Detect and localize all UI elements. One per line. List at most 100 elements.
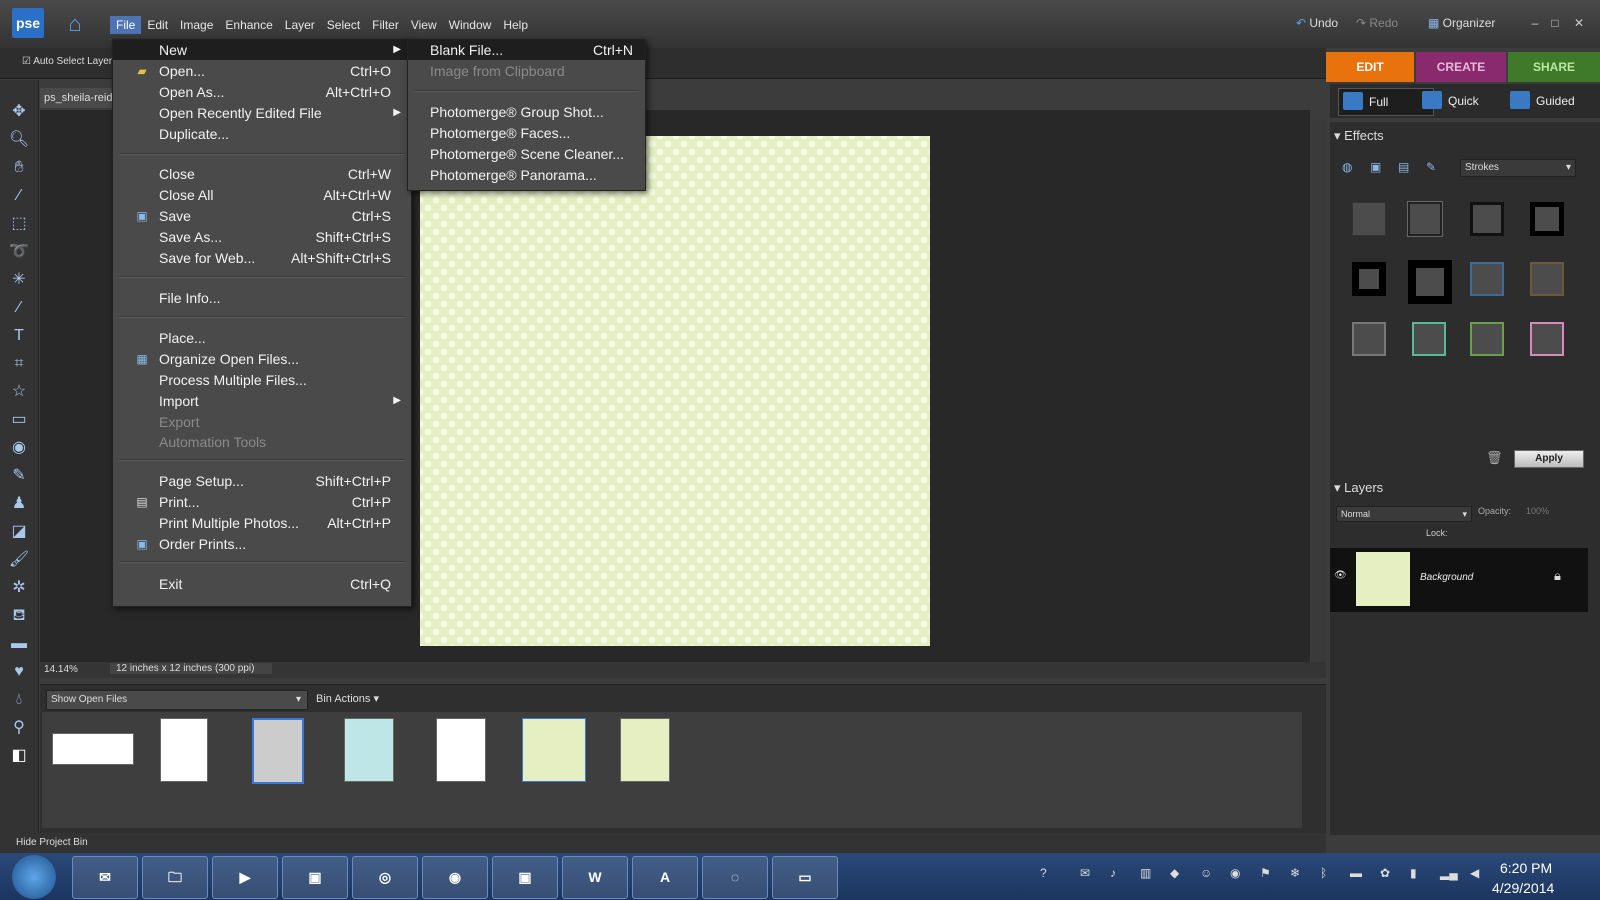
paint-bucket-tool-icon[interactable]: ⛾ <box>8 606 30 626</box>
menu-item-import[interactable]: Import ▶ <box>113 391 411 411</box>
taskbar-lightbulb-icon[interactable]: ◌ <box>702 856 768 899</box>
menu-item-blank-file[interactable]: Blank File... Ctrl+N <box>408 40 645 60</box>
taskbar-pse-icon[interactable]: ▣ <box>282 856 348 899</box>
trash-icon[interactable]: 🗑︎ <box>1486 450 1503 466</box>
show-open-files-select[interactable]: Show Open Files ▾ <box>46 690 308 710</box>
thumbnail-image[interactable] <box>522 718 586 782</box>
stroke-swatch[interactable] <box>1470 202 1504 236</box>
taskbar-hp-icon[interactable]: ◉ <box>422 856 488 899</box>
hand-tool-icon[interactable]: ✋︎ <box>8 158 30 178</box>
red-eye-tool-icon[interactable]: ◉ <box>8 438 30 458</box>
menu-layer[interactable]: Layer <box>279 16 321 34</box>
help-tray-icon[interactable]: ? <box>1040 866 1054 880</box>
guided-edit-button[interactable]: Guided <box>1506 88 1600 114</box>
snowflake-tray-icon[interactable]: ❄ <box>1290 866 1304 880</box>
dropbox-tray-icon[interactable]: ◆ <box>1170 866 1184 880</box>
menu-item-save-as[interactable]: Save As... Shift+Ctrl+S <box>113 227 411 247</box>
organizer-button[interactable]: ▦ Organizer <box>1428 16 1495 30</box>
stroke-swatch[interactable] <box>1470 262 1504 296</box>
menu-item-photomerge-panorama[interactable]: Photomerge® Panorama... <box>408 165 645 185</box>
brush-tool-icon[interactable]: 🖌︎ <box>8 550 30 570</box>
chart-tray-icon[interactable]: ▥ <box>1140 866 1154 880</box>
menu-item-organize-open-files[interactable]: ▦ Organize Open Files... <box>113 349 411 369</box>
menu-item-close-all[interactable]: Close All Alt+Ctrl+W <box>113 185 411 205</box>
effects-fx-icon[interactable]: ✎ <box>1426 160 1436 174</box>
thumbnail-image[interactable] <box>436 718 486 782</box>
menu-item-process-multiple-files[interactable]: Process Multiple Files... <box>113 370 411 390</box>
menu-item-open-as[interactable]: Open As... Alt+Ctrl+O <box>113 82 411 102</box>
undo-button[interactable]: ↶ Undo <box>1296 16 1338 30</box>
menu-item-new[interactable]: New ▶ <box>113 40 411 60</box>
menu-item-order-prints[interactable]: ▣ Order Prints... <box>113 534 411 554</box>
document-tab[interactable]: ps_sheila-reid <box>40 88 116 108</box>
lasso-tool-icon[interactable]: ➰ <box>8 242 30 262</box>
signal-tray-icon[interactable]: ▂▄ <box>1440 866 1458 880</box>
gradient-tool-icon[interactable]: ▬ <box>8 634 30 654</box>
redo-button[interactable]: ↷ Redo <box>1356 16 1398 30</box>
clone-stamp-tool-icon[interactable]: ♟ <box>8 494 30 514</box>
stroke-swatch[interactable] <box>1530 322 1564 356</box>
taskbar-pse-editor-icon[interactable]: ▣ <box>492 856 558 899</box>
eye-icon[interactable]: 👁︎ <box>1334 570 1347 581</box>
clock-date[interactable]: 4/29/2014 <box>1492 880 1554 896</box>
straighten-tool-icon[interactable]: ▭ <box>8 410 30 430</box>
taskbar-acrobat-icon[interactable]: A <box>632 856 698 899</box>
menu-item-photomerge-faces[interactable]: Photomerge® Faces... <box>408 123 645 143</box>
marquee-tool-icon[interactable]: ⬚ <box>8 214 30 234</box>
eyedropper-tool-icon[interactable]: ⁄ <box>8 186 30 206</box>
thumbnail-image[interactable] <box>52 733 134 765</box>
menu-item-file-info[interactable]: File Info... <box>113 288 411 308</box>
bell-tray-icon[interactable]: ♪ <box>1110 866 1124 880</box>
stroke-swatch[interactable] <box>1352 262 1386 296</box>
stroke-swatch[interactable] <box>1408 260 1452 304</box>
effects-photo-effects-icon[interactable]: ▤ <box>1398 160 1409 174</box>
beats-tray-icon[interactable]: ◉ <box>1230 866 1244 880</box>
stroke-swatch[interactable] <box>1412 322 1446 356</box>
tab-edit[interactable]: EDIT <box>1326 52 1414 82</box>
taskbar-word-icon[interactable]: W <box>562 856 628 899</box>
auto-select-checkbox[interactable]: ☑ Auto Select Layer <box>22 56 112 67</box>
menu-item-photomerge-scene-cleaner[interactable]: Photomerge® Scene Cleaner... <box>408 144 645 164</box>
opacity-field[interactable]: 100% <box>1526 506 1549 516</box>
clock-time[interactable]: 6:20 PM <box>1500 860 1552 876</box>
menu-item-print[interactable]: ▤ Print... Ctrl+P <box>113 492 411 512</box>
thumbnail-image[interactable] <box>160 718 208 782</box>
apply-button[interactable]: Apply <box>1514 450 1584 468</box>
taskbar-explorer-icon[interactable]: 🗀︎ <box>142 856 208 899</box>
smart-brush-tool-icon[interactable]: ✲ <box>8 578 30 598</box>
thumbnail-image-selected[interactable] <box>252 718 304 784</box>
layers-panel-header[interactable]: ▾ Layers <box>1334 478 1383 498</box>
menu-window[interactable]: Window <box>443 16 498 34</box>
taskbar-outlook-icon[interactable]: ✉ <box>72 856 138 899</box>
drive-tray-icon[interactable]: ▬ <box>1350 866 1364 880</box>
menu-item-save-for-web[interactable]: Save for Web... Alt+Shift+Ctrl+S <box>113 248 411 268</box>
menu-view[interactable]: View <box>405 16 443 34</box>
menu-item-place[interactable]: Place... <box>113 328 411 348</box>
volume-tray-icon[interactable]: ◀ <box>1470 866 1484 880</box>
menu-item-close[interactable]: Close Ctrl+W <box>113 164 411 184</box>
stroke-swatch-selected[interactable] <box>1407 201 1443 237</box>
sponge-tool-icon[interactable]: ⚲ <box>8 718 30 738</box>
quick-selection-tool-icon[interactable]: ⁄ <box>8 298 30 318</box>
effects-filters-icon[interactable]: ◍ <box>1342 160 1352 174</box>
hide-project-bin-button[interactable]: Hide Project Bin <box>0 833 1326 853</box>
stroke-swatch[interactable] <box>1352 322 1386 356</box>
crop-tool-icon[interactable]: ⌗ <box>8 354 30 374</box>
start-button[interactable] <box>12 855 56 899</box>
taskbar-photo-viewer-icon[interactable]: ▭ <box>772 856 838 899</box>
menu-enhance[interactable]: Enhance <box>219 16 278 34</box>
move-tool-icon[interactable]: ✥ <box>8 102 30 122</box>
stroke-swatch[interactable] <box>1470 322 1504 356</box>
flag-tray-icon[interactable]: ⚑ <box>1260 866 1274 880</box>
effects-styles-icon[interactable]: ▣ <box>1370 160 1381 174</box>
taskbar-media-icon[interactable]: ▶ <box>212 856 278 899</box>
home-icon[interactable]: ⌂ <box>60 10 90 38</box>
blur-tool-icon[interactable]: 💧︎ <box>8 690 30 710</box>
mail-tray-icon[interactable]: ✉ <box>1080 866 1094 880</box>
thumbnail-image[interactable] <box>344 718 394 782</box>
bin-actions-menu[interactable]: Bin Actions ▾ <box>316 692 379 705</box>
tab-create[interactable]: CREATE <box>1416 52 1506 82</box>
effects-category-select[interactable]: Strokes ▾ <box>1460 159 1576 177</box>
blend-mode-select[interactable]: Normal ▾ <box>1336 506 1472 522</box>
menu-item-print-multiple[interactable]: Print Multiple Photos... Alt+Ctrl+P <box>113 513 411 533</box>
